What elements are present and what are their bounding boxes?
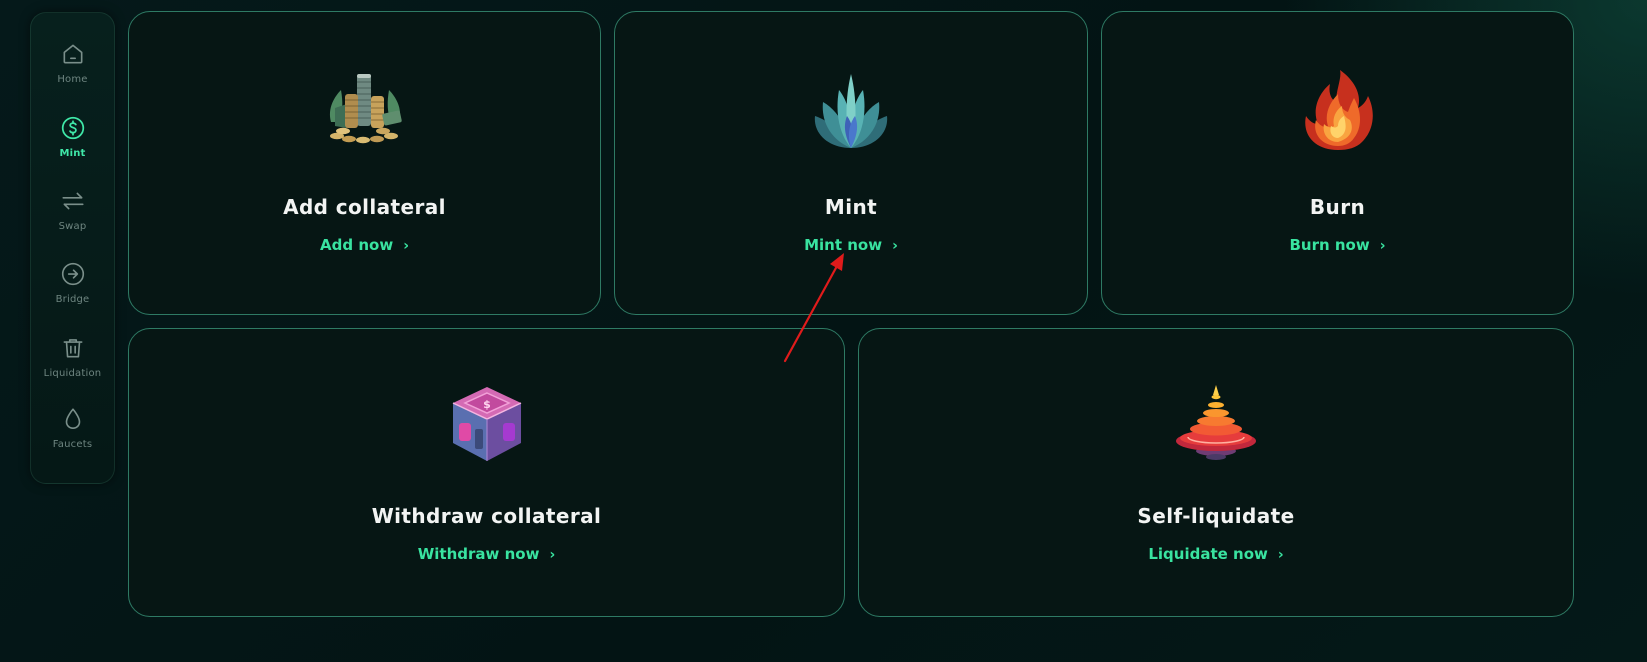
action-label: Withdraw now (417, 545, 540, 563)
card-title: Mint (824, 195, 878, 219)
sidebar-item-bridge[interactable]: Bridge (31, 261, 114, 323)
card-title: Withdraw collateral (371, 504, 602, 528)
chevron-right-icon: › (1379, 238, 1386, 254)
card-withdraw-collateral[interactable]: $ Withdraw collateral Withdraw now › (128, 328, 845, 617)
sidebar-item-label: Home (57, 74, 88, 85)
card-mint[interactable]: Mint Mint now › (614, 11, 1088, 315)
sidebar-item-label: Liquidation (43, 368, 102, 379)
chevron-right-icon: › (403, 238, 409, 254)
chevron-right-icon: › (892, 238, 898, 254)
sidebar-item-home[interactable]: Home (31, 41, 114, 103)
dollar-circle-icon (60, 115, 86, 141)
card-title: Burn (1309, 195, 1366, 219)
flame-image (1296, 68, 1380, 152)
burn-now-link[interactable]: Burn now › (1102, 236, 1573, 254)
sidebar-item-swap[interactable]: Swap (31, 188, 114, 250)
withdraw-now-link[interactable]: Withdraw now › (129, 545, 844, 563)
chevron-right-icon: › (549, 547, 556, 563)
droplet-icon (60, 406, 86, 432)
action-label: Burn now (1289, 236, 1370, 254)
arrow-right-circle-icon (60, 261, 86, 287)
card-title: Add collateral (283, 195, 446, 219)
sidebar-item-label: Swap (58, 221, 87, 232)
home-icon (60, 41, 86, 67)
cube-vault-image: $ (445, 381, 529, 465)
card-burn[interactable]: Burn Burn now › (1101, 11, 1574, 315)
action-label: Mint now (804, 236, 883, 254)
sidebar-item-mint[interactable]: Mint (31, 115, 114, 177)
sidebar-item-liquidation[interactable]: Liquidation (31, 335, 114, 397)
coins-stack-image (323, 68, 407, 152)
swap-arrows-icon (60, 188, 86, 214)
card-self-liquidate[interactable]: Self-liquidate Liquidate now › (858, 328, 1574, 617)
trash-icon (60, 335, 86, 361)
sidebar-item-label: Mint (59, 148, 86, 159)
sidebar-item-label: Faucets (52, 439, 93, 450)
action-label: Add now (320, 236, 394, 254)
sidebar-item-label: Bridge (55, 294, 90, 305)
card-title: Self-liquidate (1137, 504, 1295, 528)
spinning-top-image (1174, 381, 1258, 465)
action-label: Liquidate now (1148, 545, 1268, 563)
chevron-right-icon: › (1277, 547, 1284, 563)
sidebar-item-faucets[interactable]: Faucets (31, 406, 114, 468)
liquidate-now-link[interactable]: Liquidate now › (859, 545, 1573, 563)
mint-now-link[interactable]: Mint now › (615, 236, 1087, 254)
card-add-collateral[interactable]: Add collateral Add now › (128, 11, 601, 315)
sidebar-nav: Home Mint Swap Bridge Liquidation Faucet… (30, 12, 115, 484)
lotus-image (809, 68, 893, 152)
svg-text:$: $ (483, 398, 491, 411)
add-now-link[interactable]: Add now › (129, 236, 600, 254)
